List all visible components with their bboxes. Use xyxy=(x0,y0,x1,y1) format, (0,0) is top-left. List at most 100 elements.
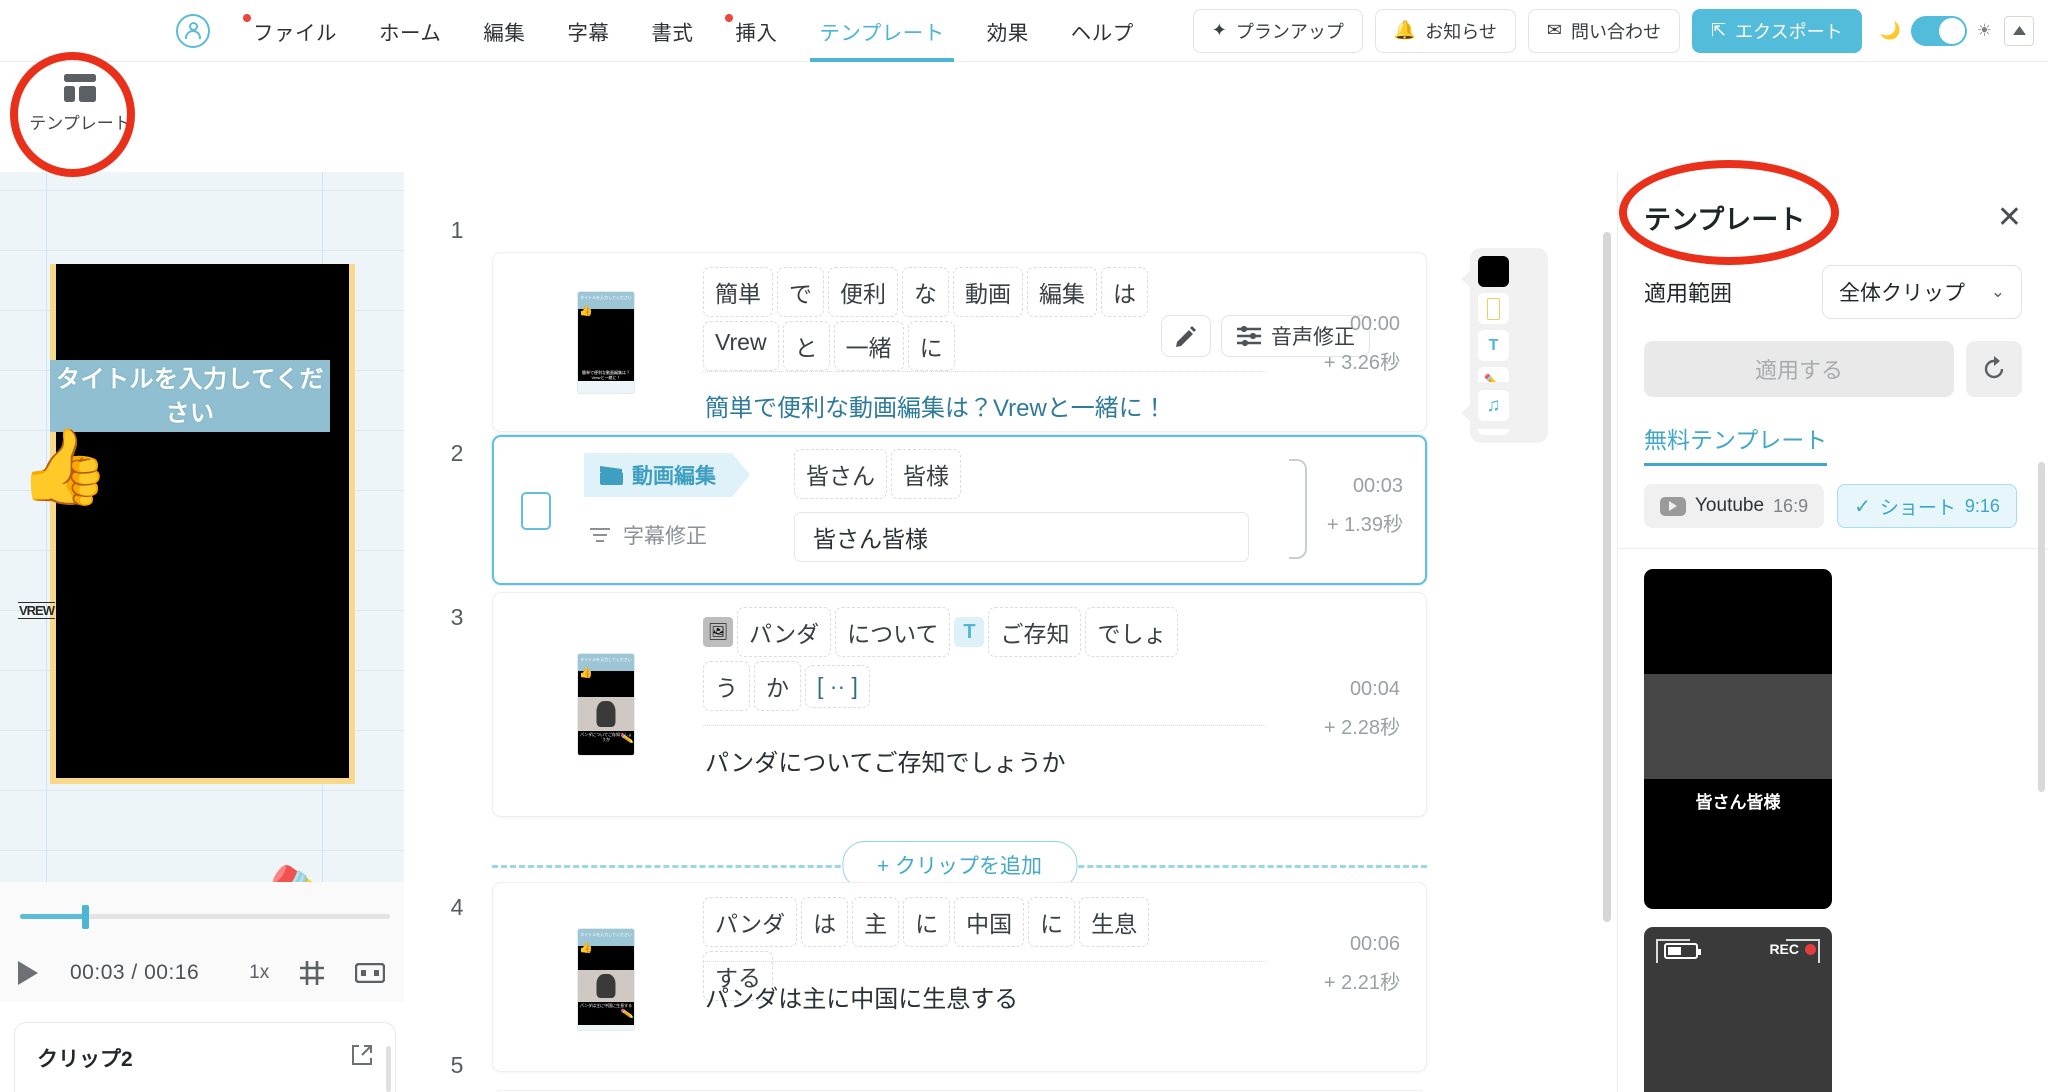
word-token[interactable]: パンダ xyxy=(737,607,832,657)
video-edit-tag[interactable]: 動画編集 xyxy=(584,453,750,497)
word-token[interactable]: 一緒 xyxy=(833,321,904,371)
filter-youtube-16-9[interactable]: Youtube 16:9 xyxy=(1644,484,1825,528)
notice-button[interactable]: 🔔 お知らせ xyxy=(1374,8,1516,53)
clip-thumbnail[interactable]: タイトルを入力してください パンダは主に中国に生息する 👍 ✏️ xyxy=(577,928,635,1031)
clip-card-3[interactable]: タイトルを入力してください パンダについてご存知でしょうか 👍 ✏️ 🖼 パンダ … xyxy=(492,592,1427,817)
playback-speed-button[interactable]: 1x xyxy=(249,962,269,984)
word-token[interactable]: 簡単 xyxy=(703,267,773,317)
music-note-icon[interactable]: ♫ xyxy=(1478,390,1509,421)
rail-template-button[interactable]: テンプレート xyxy=(29,74,131,134)
scope-label: 適用範囲 xyxy=(1644,281,1733,306)
tab-free-templates[interactable]: 無料テンプレート xyxy=(1644,421,1828,466)
word-token[interactable]: に xyxy=(903,897,951,947)
menu-item-format[interactable]: 書式 xyxy=(630,0,714,62)
word-token[interactable]: でしょ xyxy=(1085,607,1179,657)
seek-bar[interactable] xyxy=(20,905,390,929)
seek-handle[interactable] xyxy=(82,905,89,929)
text-box-icon[interactable]: T xyxy=(1478,330,1509,361)
menu-item-subtitle[interactable]: 字幕 xyxy=(546,0,630,62)
word-token[interactable]: な xyxy=(902,267,949,317)
image-thumb-icon[interactable]: 🖼 xyxy=(703,617,733,647)
theme-toggle[interactable] xyxy=(1910,15,1967,46)
split-view-button[interactable] xyxy=(355,963,386,983)
word-token[interactable]: か xyxy=(754,661,801,711)
word-token-bracket[interactable]: [ ·· ] xyxy=(805,664,870,708)
clip-sentence[interactable]: パンダは主に中国に生息する xyxy=(705,979,1018,1014)
contact-button[interactable]: ✉ 問い合わせ xyxy=(1527,8,1681,53)
row-number: 1 xyxy=(450,217,464,243)
word-token[interactable]: パンダ xyxy=(703,897,798,947)
word-token[interactable]: ご存知 xyxy=(988,607,1082,657)
vrew-watermark: VREW xyxy=(18,602,55,619)
word-token[interactable]: 生息 xyxy=(1079,897,1150,947)
thumbs-up-emoji-icon: 👍 xyxy=(18,425,111,508)
template-card-basic[interactable]: 皆さん皆様 xyxy=(1644,569,1832,909)
word-token[interactable]: に xyxy=(907,321,955,371)
menu-item-file[interactable]: ファイル xyxy=(232,0,358,62)
menu-item-insert[interactable]: 挿入 xyxy=(714,0,798,62)
menu-item-template[interactable]: テンプレート xyxy=(798,0,965,62)
clip-sentence[interactable]: パンダについてご存知でしょうか xyxy=(705,743,1065,778)
clip-card-2[interactable]: 動画編集 皆さん 皆様 字幕修正 皆さん皆様 00:03 + 1.39秒 xyxy=(492,435,1427,585)
subtitle-fix-label: 字幕修正 xyxy=(623,525,707,548)
plan-up-button[interactable]: ✦ プランアップ xyxy=(1192,8,1363,53)
word-token[interactable]: と xyxy=(782,321,830,371)
word-token[interactable]: 中国 xyxy=(954,897,1025,947)
menu-item-effect[interactable]: 効果 xyxy=(966,0,1050,62)
close-icon[interactable]: ✕ xyxy=(1997,202,2022,233)
word-token[interactable]: Vrew xyxy=(703,321,779,371)
subtitle-input[interactable]: 皆さん皆様 xyxy=(794,512,1249,562)
clip-card-1[interactable]: タイトルを入力してください 簡単で便利な動画編集は？Vrewと一緒に！ 👍 簡単… xyxy=(492,252,1427,432)
float-music-popover[interactable]: ♫ xyxy=(1461,382,1522,429)
word-token[interactable]: は xyxy=(1101,267,1148,317)
clip-start-time: 00:06 xyxy=(1349,933,1400,955)
export-icon: ⇱ xyxy=(1711,20,1727,40)
template-card-rec[interactable]: REC _ _ 皆さん皆様 xyxy=(1644,927,1832,1092)
play-button[interactable] xyxy=(18,961,38,985)
clip-list-scrollbar[interactable] xyxy=(1603,232,1611,922)
clip-name-bar[interactable]: クリップ2 xyxy=(14,1022,396,1092)
word-token[interactable]: で xyxy=(777,267,824,317)
word-token[interactable]: 主 xyxy=(852,897,900,947)
menu-item-edit[interactable]: 編集 xyxy=(462,0,546,62)
menu-item-home[interactable]: ホーム xyxy=(358,0,462,62)
word-token[interactable]: 便利 xyxy=(828,267,898,317)
word-token[interactable]: 動画 xyxy=(953,267,1023,317)
grid-toggle-button[interactable] xyxy=(299,960,325,986)
clip-thumbnail[interactable]: タイトルを入力してください 簡単で便利な動画編集は？Vrewと一緒に！ 👍 xyxy=(577,291,635,394)
clip-thumbnail[interactable]: タイトルを入力してください パンダについてご存知でしょうか 👍 ✏️ xyxy=(577,653,635,756)
video-title-placeholder[interactable]: タイトルを入力してください xyxy=(50,360,330,432)
word-token[interactable]: について xyxy=(835,607,951,657)
open-external-button[interactable] xyxy=(351,1044,373,1071)
filter-short-9-16[interactable]: ✓ ショート 9:16 xyxy=(1837,484,2017,528)
row-number: 2 xyxy=(450,440,464,466)
youtube-icon xyxy=(1660,496,1686,516)
clip-card-4[interactable]: タイトルを入力してください パンダは主に中国に生息する 👍 ✏️ パンダ は 主 … xyxy=(492,882,1427,1072)
word-token[interactable]: に xyxy=(1028,897,1076,947)
video-thumb-icon[interactable] xyxy=(1478,256,1509,287)
clip-scrollbar[interactable] xyxy=(386,1046,391,1092)
scope-select[interactable]: 全体クリップ ⌄ xyxy=(1822,265,2022,319)
word-token[interactable]: 編集 xyxy=(1027,267,1097,317)
word-token[interactable]: は xyxy=(801,897,849,947)
frame-icon[interactable] xyxy=(1478,293,1509,324)
clip-checkbox[interactable] xyxy=(521,492,551,530)
subtitle-fix-tag[interactable]: 字幕修正 xyxy=(589,520,707,550)
export-button[interactable]: ⇱ エクスポート xyxy=(1692,8,1862,53)
edit-clip-button[interactable] xyxy=(1161,315,1211,357)
word-token[interactable]: う xyxy=(703,661,750,711)
text-style-icon[interactable]: T xyxy=(954,617,985,647)
time-display: 00:03 / 00:16 xyxy=(70,961,199,985)
account-avatar-icon[interactable] xyxy=(176,13,210,48)
clip-sentence[interactable]: 簡単で便利な動画編集は？Vrewと一緒に！ xyxy=(705,388,1167,423)
apply-button[interactable]: 適用する xyxy=(1644,341,1954,397)
collapse-toolbar-button[interactable] xyxy=(2004,15,2034,46)
menu-item-help[interactable]: ヘルプ xyxy=(1050,0,1155,62)
reset-button[interactable] xyxy=(1966,341,2022,397)
group-bracket xyxy=(1289,459,1307,559)
video-canvas[interactable] xyxy=(50,264,355,784)
word-token[interactable]: 皆さん xyxy=(794,449,887,499)
template-panel-scrollbar[interactable] xyxy=(2038,462,2045,792)
clip-duration: + 1.39秒 xyxy=(1326,514,1403,536)
word-token[interactable]: 皆様 xyxy=(891,449,961,499)
